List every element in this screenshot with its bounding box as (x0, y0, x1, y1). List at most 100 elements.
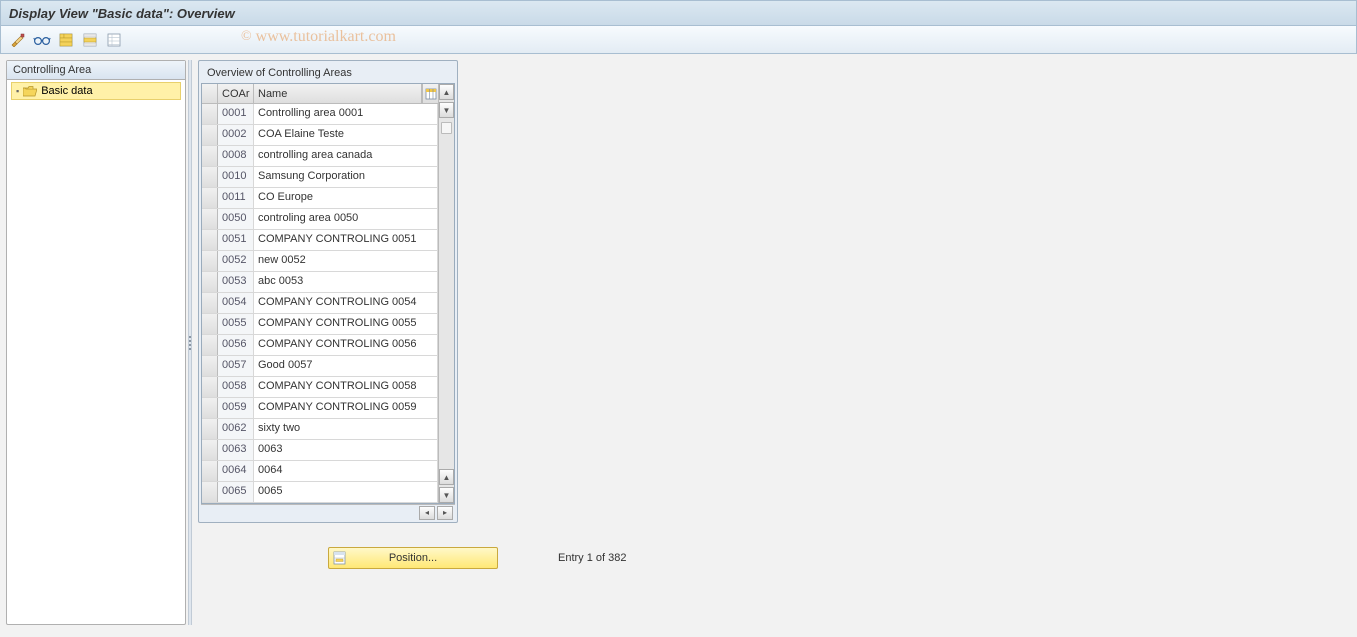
table-row[interactable]: 0008controlling area canada (202, 146, 438, 167)
horizontal-scrollbar[interactable]: ◂ ▸ (201, 504, 455, 520)
row-selector[interactable] (202, 482, 218, 502)
table-row[interactable]: 0010Samsung Corporation (202, 167, 438, 188)
table-row[interactable]: 0051COMPANY CONTROLING 0051 (202, 230, 438, 251)
table-row[interactable]: 0059COMPANY CONTROLING 0059 (202, 398, 438, 419)
position-button[interactable]: Position... (328, 547, 498, 569)
cell-coar[interactable]: 0057 (218, 356, 254, 376)
row-selector[interactable] (202, 440, 218, 460)
row-selector[interactable] (202, 104, 218, 124)
cell-name[interactable]: COMPANY CONTROLING 0059 (254, 398, 438, 418)
cell-coar[interactable]: 0011 (218, 188, 254, 208)
row-selector[interactable] (202, 377, 218, 397)
cell-coar[interactable]: 0065 (218, 482, 254, 502)
deselect-all-button[interactable] (103, 30, 125, 50)
row-selector[interactable] (202, 419, 218, 439)
cell-name[interactable]: 0065 (254, 482, 438, 502)
row-selector[interactable] (202, 398, 218, 418)
row-selector[interactable] (202, 272, 218, 292)
cell-name[interactable]: COMPANY CONTROLING 0055 (254, 314, 438, 334)
cell-name[interactable]: sixty two (254, 419, 438, 439)
table-row[interactable]: 0050controling area 0050 (202, 209, 438, 230)
cell-coar[interactable]: 0056 (218, 335, 254, 355)
table-row[interactable]: 0052new 0052 (202, 251, 438, 272)
cell-name[interactable]: Samsung Corporation (254, 167, 438, 187)
row-selector[interactable] (202, 251, 218, 271)
cell-coar[interactable]: 0063 (218, 440, 254, 460)
scroll-page-up-arrow[interactable]: ▲ (439, 469, 454, 485)
row-selector[interactable] (202, 167, 218, 187)
scroll-down-arrow[interactable]: ▼ (439, 102, 454, 118)
cell-name[interactable]: abc 0053 (254, 272, 438, 292)
row-selector[interactable] (202, 293, 218, 313)
cell-coar[interactable]: 0054 (218, 293, 254, 313)
cell-coar[interactable]: 0001 (218, 104, 254, 124)
select-block-button[interactable] (79, 30, 101, 50)
row-selector[interactable] (202, 314, 218, 334)
table-row[interactable]: 00640064 (202, 461, 438, 482)
cell-name[interactable]: Controlling area 0001 (254, 104, 438, 124)
row-selector[interactable] (202, 125, 218, 145)
table-row[interactable]: 0056COMPANY CONTROLING 0056 (202, 335, 438, 356)
cell-name[interactable]: COMPANY CONTROLING 0056 (254, 335, 438, 355)
select-all-button[interactable] (55, 30, 77, 50)
title-bar: Display View "Basic data": Overview (0, 0, 1357, 26)
cell-coar[interactable]: 0051 (218, 230, 254, 250)
scroll-up-arrow[interactable]: ▲ (439, 84, 454, 100)
table-row[interactable]: 0057Good 0057 (202, 356, 438, 377)
cell-coar[interactable]: 0055 (218, 314, 254, 334)
row-selector[interactable] (202, 146, 218, 166)
vertical-scrollbar[interactable]: ▲ ▼ ▲ ▼ (438, 84, 454, 503)
folder-open-icon (23, 86, 37, 97)
column-header-selector[interactable] (202, 84, 218, 103)
tree-item-basic-data[interactable]: ▪ Basic data (11, 82, 181, 100)
row-selector[interactable] (202, 209, 218, 229)
table-row[interactable]: 0058COMPANY CONTROLING 0058 (202, 377, 438, 398)
cell-name[interactable]: controling area 0050 (254, 209, 438, 229)
vertical-splitter[interactable] (188, 60, 192, 625)
cell-name[interactable]: Good 0057 (254, 356, 438, 376)
scroll-right-arrow[interactable]: ▸ (437, 506, 453, 520)
cell-coar[interactable]: 0059 (218, 398, 254, 418)
table-row[interactable]: 0062sixty two (202, 419, 438, 440)
table-row[interactable]: 00650065 (202, 482, 438, 503)
cell-coar[interactable]: 0053 (218, 272, 254, 292)
cell-name[interactable]: COA Elaine Teste (254, 125, 438, 145)
cell-name[interactable]: COMPANY CONTROLING 0051 (254, 230, 438, 250)
watermark: © www.tutorialkart.com (241, 28, 396, 46)
cell-coar[interactable]: 0062 (218, 419, 254, 439)
cell-name[interactable]: new 0052 (254, 251, 438, 271)
toggle-display-change-button[interactable] (7, 30, 29, 50)
cell-name[interactable]: controlling area canada (254, 146, 438, 166)
cell-name[interactable]: COMPANY CONTROLING 0054 (254, 293, 438, 313)
cell-name[interactable]: 0064 (254, 461, 438, 481)
row-selector[interactable] (202, 335, 218, 355)
scroll-left-arrow[interactable]: ◂ (419, 506, 435, 520)
scroll-thumb[interactable] (441, 122, 452, 134)
table-row[interactable]: 00630063 (202, 440, 438, 461)
cell-coar[interactable]: 0010 (218, 167, 254, 187)
row-selector[interactable] (202, 461, 218, 481)
column-header-coar[interactable]: COAr (218, 84, 254, 103)
cell-coar[interactable]: 0058 (218, 377, 254, 397)
table-row[interactable]: 0002COA Elaine Teste (202, 125, 438, 146)
table-row[interactable]: 0055COMPANY CONTROLING 0055 (202, 314, 438, 335)
cell-name[interactable]: COMPANY CONTROLING 0058 (254, 377, 438, 397)
row-selector[interactable] (202, 230, 218, 250)
scroll-page-down-arrow[interactable]: ▼ (439, 487, 454, 503)
row-selector[interactable] (202, 188, 218, 208)
table-row[interactable]: 0011CO Europe (202, 188, 438, 209)
cell-name[interactable]: 0063 (254, 440, 438, 460)
cell-coar[interactable]: 0052 (218, 251, 254, 271)
cell-coar[interactable]: 0050 (218, 209, 254, 229)
table-settings-button[interactable] (422, 84, 438, 103)
column-header-name[interactable]: Name (254, 84, 422, 103)
row-selector[interactable] (202, 356, 218, 376)
cell-coar[interactable]: 0008 (218, 146, 254, 166)
table-row[interactable]: 0053abc 0053 (202, 272, 438, 293)
cell-name[interactable]: CO Europe (254, 188, 438, 208)
table-row[interactable]: 0001Controlling area 0001 (202, 104, 438, 125)
table-row[interactable]: 0054COMPANY CONTROLING 0054 (202, 293, 438, 314)
cell-coar[interactable]: 0002 (218, 125, 254, 145)
details-button[interactable] (31, 30, 53, 50)
cell-coar[interactable]: 0064 (218, 461, 254, 481)
